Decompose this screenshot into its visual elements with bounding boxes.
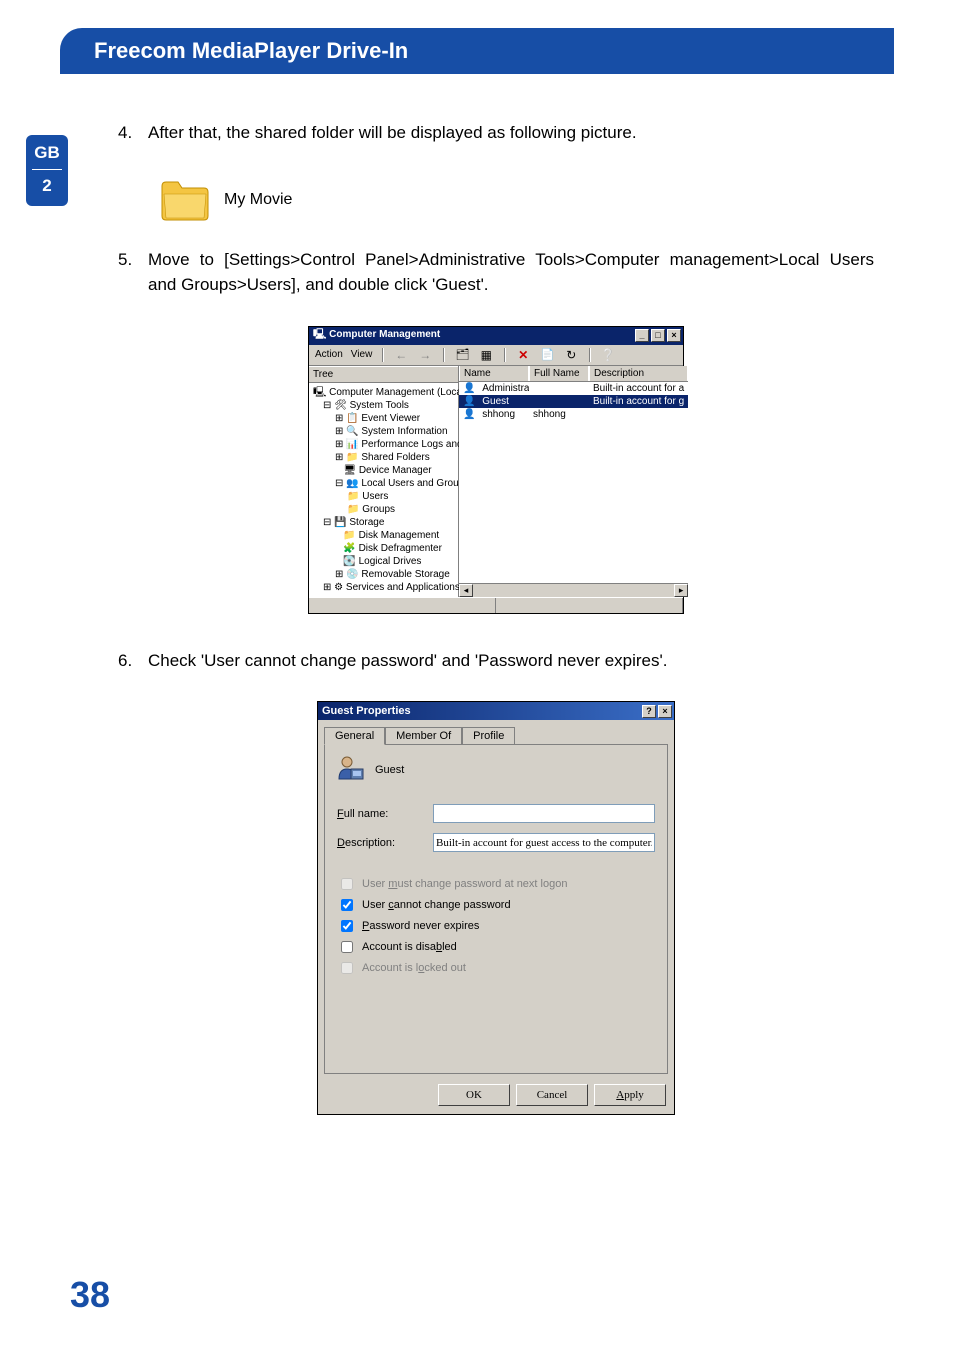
- page-number: 38: [70, 1274, 110, 1316]
- chk-mustchange-row: User must change password at next logon: [337, 875, 655, 893]
- chk-cannot-row[interactable]: User cannot change password: [337, 896, 655, 914]
- chk-mustchange: [341, 878, 353, 890]
- col-fullname[interactable]: Full Name: [529, 366, 589, 381]
- tree-disk-management[interactable]: 📁 Disk Management: [311, 529, 456, 542]
- guest-label: Guest: [375, 764, 404, 776]
- dialog-title: Guest Properties: [322, 705, 411, 717]
- chk-never[interactable]: [341, 920, 353, 932]
- dialog-button-row: OK Cancel Apply: [318, 1080, 674, 1114]
- step6-num: 6.: [118, 648, 148, 674]
- tree-device-manager[interactable]: 🖥 Device Manager: [311, 464, 456, 477]
- folder-icon: [158, 174, 212, 227]
- chk-cannot[interactable]: [341, 899, 353, 911]
- side-tab-top: GB: [26, 143, 68, 163]
- dialog-panel: Guest Full name: Description: User must …: [324, 744, 668, 1074]
- help-button[interactable]: ?: [642, 705, 656, 718]
- ok-button[interactable]: OK: [438, 1084, 510, 1106]
- user-row-guest[interactable]: 👤 Guest Built-in account for g: [459, 395, 688, 408]
- help-icon[interactable]: [600, 347, 616, 363]
- step4-num: 4.: [118, 120, 148, 146]
- dialog-titlebar[interactable]: Guest Properties ? ×: [318, 702, 674, 720]
- tree-users[interactable]: 📁 Users: [311, 490, 456, 503]
- close-button[interactable]: ×: [667, 329, 681, 342]
- dialog-close-button[interactable]: ×: [658, 705, 672, 718]
- tree-root[interactable]: 🖳 Computer Management (Local): [311, 386, 456, 399]
- maximize-button[interactable]: □: [651, 329, 665, 342]
- menubar: Action View: [309, 345, 683, 366]
- tree-local-users-groups[interactable]: ⊟ 👥 Local Users and Groups: [311, 477, 456, 490]
- chk-never-label: Password never expires: [362, 920, 479, 932]
- tree-tab[interactable]: Tree: [309, 366, 458, 383]
- scroll-left-icon[interactable]: ◂: [459, 584, 473, 597]
- tree-logical-drives[interactable]: 💽 Logical Drives: [311, 555, 456, 568]
- forward-icon[interactable]: [417, 347, 433, 363]
- side-tab-divider: [32, 169, 62, 170]
- computer-management-window: 🖳 Computer Management _ □ × Action View: [308, 326, 684, 614]
- tree-perf-logs[interactable]: ⊞ 📊 Performance Logs and Alerts: [311, 438, 456, 451]
- fullname-input[interactable]: [433, 804, 655, 823]
- tab-member-of[interactable]: Member Of: [385, 727, 462, 745]
- menu-view[interactable]: View: [351, 349, 373, 360]
- side-tab: GB 2: [26, 135, 68, 206]
- tree-system-tools[interactable]: ⊟ 🛠 System Tools: [311, 399, 456, 412]
- chk-never-row[interactable]: Password never expires: [337, 917, 655, 935]
- tree-removable-storage[interactable]: ⊞ 💿 Removable Storage: [311, 568, 456, 581]
- apply-button[interactable]: Apply: [594, 1084, 666, 1106]
- tree-event-viewer[interactable]: ⊞ 📋 Event Viewer: [311, 412, 456, 425]
- up-icon[interactable]: [454, 347, 470, 363]
- page-title-band: Freecom MediaPlayer Drive-In: [60, 28, 894, 74]
- fullname-label: Full name:: [337, 808, 433, 820]
- user-row-shhong[interactable]: 👤 shhong shhong: [459, 408, 688, 421]
- step5-num: 5.: [118, 247, 148, 298]
- window-titlebar[interactable]: 🖳 Computer Management _ □ ×: [309, 327, 683, 345]
- tree-disk-defrag[interactable]: 🧩 Disk Defragmenter: [311, 542, 456, 555]
- refresh-icon[interactable]: [563, 347, 579, 363]
- tree-system-info[interactable]: ⊞ 🔍 System Information: [311, 425, 456, 438]
- step6-text: Check 'User cannot change password' and …: [148, 648, 874, 674]
- page-title: Freecom MediaPlayer Drive-In: [94, 38, 408, 64]
- chk-locked: [341, 962, 353, 974]
- tab-profile[interactable]: Profile: [462, 727, 515, 745]
- status-bar: [309, 597, 683, 613]
- chk-disabled[interactable]: [341, 941, 353, 953]
- description-label: Description:: [337, 837, 433, 849]
- back-icon[interactable]: [393, 347, 409, 363]
- chk-locked-label: Account is locked out: [362, 962, 466, 974]
- col-name[interactable]: Name: [459, 366, 529, 381]
- tree-groups[interactable]: 📁 Groups: [311, 503, 456, 516]
- tree-storage[interactable]: ⊟ 💾 Storage: [311, 516, 456, 529]
- chk-disabled-row[interactable]: Account is disabled: [337, 938, 655, 956]
- guest-properties-dialog: Guest Properties ? × General Member Of P…: [317, 701, 675, 1115]
- views-icon[interactable]: [478, 347, 494, 363]
- tree-shared-folders[interactable]: ⊞ 📁 Shared Folders: [311, 451, 456, 464]
- dialog-tabs: General Member Of Profile: [324, 726, 668, 744]
- chk-cannot-label: User cannot change password: [362, 899, 511, 911]
- minimize-button[interactable]: _: [635, 329, 649, 342]
- list-pane: Name Full Name Description 👤 Administrat…: [459, 366, 688, 597]
- step5-text: Move to [Settings>Control Panel>Administ…: [148, 247, 874, 298]
- scroll-right-icon[interactable]: ▸: [674, 584, 688, 597]
- description-input[interactable]: [433, 833, 655, 852]
- menu-action[interactable]: Action: [315, 349, 343, 360]
- col-description[interactable]: Description: [589, 366, 688, 381]
- chk-locked-row: Account is locked out: [337, 959, 655, 977]
- tree-pane: Tree 🖳 Computer Management (Local) ⊟ 🛠 S…: [309, 366, 459, 597]
- folder-label: My Movie: [224, 191, 292, 209]
- user-row-administrator[interactable]: 👤 Administrator Built-in account for a: [459, 382, 688, 395]
- delete-icon[interactable]: [515, 347, 531, 363]
- tree-services-apps[interactable]: ⊞ ⚙ Services and Applications: [311, 581, 456, 594]
- tab-general[interactable]: General: [324, 727, 385, 745]
- chk-mustchange-label: User must change password at next logon: [362, 878, 567, 890]
- chk-disabled-label: Account is disabled: [362, 941, 457, 953]
- window-title: Computer Management: [329, 329, 440, 340]
- horizontal-scrollbar[interactable]: ◂ ▸: [459, 583, 688, 597]
- cancel-button[interactable]: Cancel: [516, 1084, 588, 1106]
- guest-user-icon: [337, 755, 365, 784]
- list-header: Name Full Name Description: [459, 366, 688, 382]
- side-tab-bottom: 2: [26, 176, 68, 196]
- step4-text: After that, the shared folder will be di…: [148, 120, 874, 146]
- properties-icon[interactable]: [539, 347, 555, 363]
- folder-row: My Movie: [158, 174, 874, 227]
